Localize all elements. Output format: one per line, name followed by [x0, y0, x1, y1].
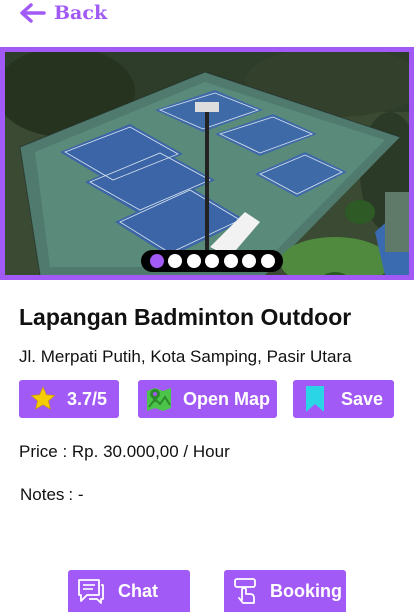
star-icon: [30, 386, 56, 410]
bookmark-icon: [306, 386, 324, 412]
booking-button[interactable]: Booking: [224, 570, 346, 612]
back-button[interactable]: Back: [18, 2, 107, 24]
save-label: Save: [341, 388, 384, 409]
open-map-button[interactable]: Open Map: [138, 380, 277, 418]
open-map-label: Open Map: [183, 388, 271, 409]
notes-value: : -: [68, 485, 84, 504]
carousel-dot[interactable]: [168, 254, 182, 268]
arrow-left-icon: [20, 3, 46, 23]
booking-label: Booking: [270, 580, 342, 601]
booking-icon: [234, 578, 256, 604]
carousel-dot[interactable]: [205, 254, 219, 268]
venue-title: Lapangan Badminton Outdoor: [19, 304, 352, 330]
carousel-dot[interactable]: [149, 254, 164, 268]
map-icon: [147, 388, 171, 411]
carousel-dot[interactable]: [242, 254, 256, 268]
chat-label: Chat: [118, 580, 158, 601]
venue-photo-carousel[interactable]: [0, 47, 414, 280]
chat-icon: [78, 579, 104, 604]
chat-button[interactable]: Chat: [68, 570, 190, 612]
carousel-pagination: [141, 250, 283, 272]
notes-row: Notes : -: [20, 485, 84, 505]
rating-button[interactable]: 3.7/5: [19, 380, 119, 418]
back-label: Back: [54, 2, 108, 24]
venue-address: Jl. Merpati Putih, Kota Samping, Pasir U…: [19, 347, 352, 366]
carousel-dot[interactable]: [186, 254, 201, 268]
notes-label: Notes: [20, 485, 65, 504]
price-text: Price : Rp. 30.000,00 / Hour: [19, 442, 230, 461]
carousel-dot[interactable]: [223, 254, 238, 268]
venue-photo: [5, 52, 409, 275]
carousel-dot[interactable]: [260, 254, 275, 268]
save-button[interactable]: Save: [293, 380, 394, 418]
rating-value: 3.7/5: [67, 388, 108, 409]
